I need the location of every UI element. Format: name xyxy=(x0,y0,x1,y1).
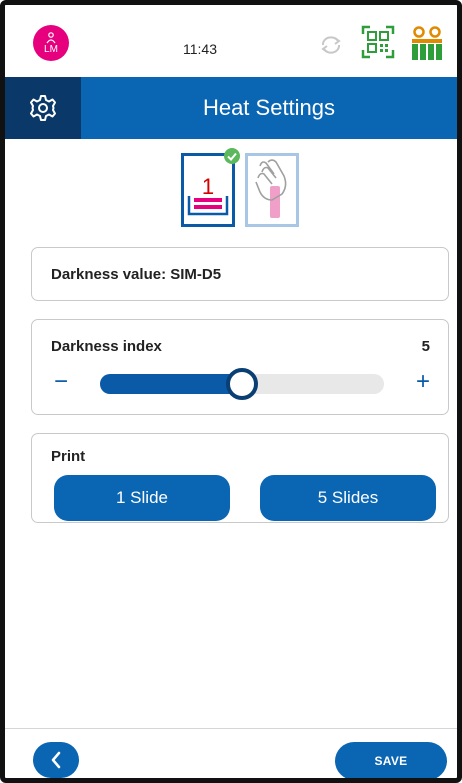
darkness-slider[interactable] xyxy=(100,368,384,400)
app-frame: LM 11:43 Heat Settings 1 Darkness value:… xyxy=(0,0,462,783)
decrease-button[interactable]: − xyxy=(50,370,72,396)
battery-icon xyxy=(412,26,442,60)
status-bar: LM 11:43 xyxy=(5,5,457,77)
qr-code-icon[interactable] xyxy=(361,25,395,59)
darkness-index-label: Darkness index xyxy=(51,338,162,355)
sync-icon[interactable] xyxy=(317,35,345,55)
hand-touch-icon xyxy=(255,159,287,218)
page-title: Heat Settings xyxy=(202,95,336,120)
darkness-value-text: Darkness value: SIM-D5 xyxy=(51,266,222,283)
gear-icon xyxy=(30,95,56,121)
clock: 11:43 xyxy=(183,41,217,57)
user-avatar[interactable]: LM xyxy=(33,25,69,61)
increase-button[interactable]: + xyxy=(412,370,434,396)
chevron-left-icon xyxy=(51,751,61,769)
back-button[interactable] xyxy=(33,742,79,778)
slider-fill xyxy=(100,374,242,394)
print-1-slide-button[interactable]: 1 Slide xyxy=(54,475,230,521)
footer-divider xyxy=(5,728,457,729)
avatar-initials: LM xyxy=(44,43,58,55)
slide-print-mode-button[interactable]: 1 xyxy=(181,148,240,227)
slide-count-number: 1 xyxy=(202,174,214,199)
slider-thumb[interactable] xyxy=(226,368,258,400)
page-header: Heat Settings xyxy=(5,77,457,139)
hand-touch-mode-button[interactable] xyxy=(245,153,299,227)
darkness-index-card: Darkness index 5 − + xyxy=(31,319,449,415)
settings-button[interactable] xyxy=(5,77,81,139)
darkness-value-card: Darkness value: SIM-D5 xyxy=(31,247,449,301)
check-icon xyxy=(224,148,240,164)
slide-print-icon: 1 xyxy=(187,174,229,216)
save-button[interactable]: SAVE xyxy=(335,742,447,778)
print-5-slides-button[interactable]: 5 Slides xyxy=(260,475,436,521)
person-icon xyxy=(46,31,56,43)
darkness-index-value: 5 xyxy=(421,338,430,355)
print-label: Print xyxy=(51,448,86,465)
print-card: Print 1 Slide 5 Slides xyxy=(31,433,449,523)
